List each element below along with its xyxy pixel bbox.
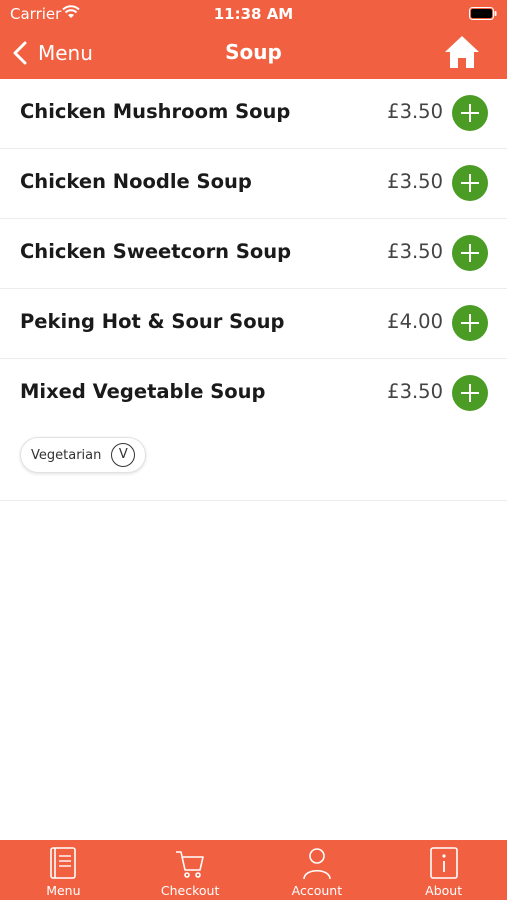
menu-book-icon (50, 847, 77, 879)
vegetarian-badge: Vegetarian V (20, 437, 147, 473)
tab-about[interactable]: About (380, 840, 507, 900)
add-button[interactable] (452, 305, 488, 341)
item-price: £3.50 (387, 240, 443, 263)
tab-label: About (425, 883, 463, 898)
item-price: £3.50 (387, 380, 443, 403)
item-price: £3.50 (387, 170, 443, 193)
cart-icon (176, 851, 204, 878)
item-name: Chicken Mushroom Soup (20, 100, 291, 123)
add-button[interactable] (452, 375, 488, 411)
tab-label: Checkout (160, 883, 220, 898)
home-icon[interactable] (443, 34, 481, 70)
tab-bar: Menu Checkout Account About (0, 840, 507, 900)
badge-label: Vegetarian (31, 447, 102, 463)
tab-menu[interactable]: Menu (0, 840, 127, 900)
clock: 11:38 AM (213, 5, 294, 23)
navigation-bar: Menu Soup (0, 28, 507, 79)
vegetarian-icon: V (111, 443, 136, 467)
battery-icon (469, 7, 497, 20)
list-item[interactable]: Mixed Vegetable Soup £3.50 Vegetarian V (0, 359, 507, 501)
tab-label: Menu (46, 883, 81, 898)
list-item[interactable]: Chicken Sweetcorn Soup £3.50 (0, 219, 507, 289)
info-icon (429, 847, 458, 879)
user-icon (303, 848, 331, 880)
tab-label: Account (291, 883, 343, 898)
item-price: £3.50 (387, 100, 443, 123)
tab-checkout[interactable]: Checkout (127, 840, 254, 900)
top-bar: Carrier 11:38 AM Menu Soup (0, 0, 507, 79)
item-price: £4.00 (387, 310, 443, 333)
list-item[interactable]: Chicken Noodle Soup £3.50 (0, 149, 507, 219)
status-bar: Carrier 11:38 AM (0, 0, 507, 28)
add-button[interactable] (452, 165, 488, 201)
tab-account[interactable]: Account (254, 840, 381, 900)
list-item[interactable]: Chicken Mushroom Soup £3.50 (0, 79, 507, 149)
list-item[interactable]: Peking Hot & Sour Soup £4.00 (0, 289, 507, 359)
item-name: Chicken Noodle Soup (20, 170, 252, 193)
add-button[interactable] (452, 95, 488, 131)
item-name: Peking Hot & Sour Soup (20, 310, 285, 333)
page-title: Soup (225, 40, 282, 64)
add-button[interactable] (452, 235, 488, 271)
item-name: Chicken Sweetcorn Soup (20, 240, 292, 263)
soup-list: Chicken Mushroom Soup £3.50 Chicken Nood… (0, 79, 507, 501)
item-name: Mixed Vegetable Soup (20, 380, 266, 403)
